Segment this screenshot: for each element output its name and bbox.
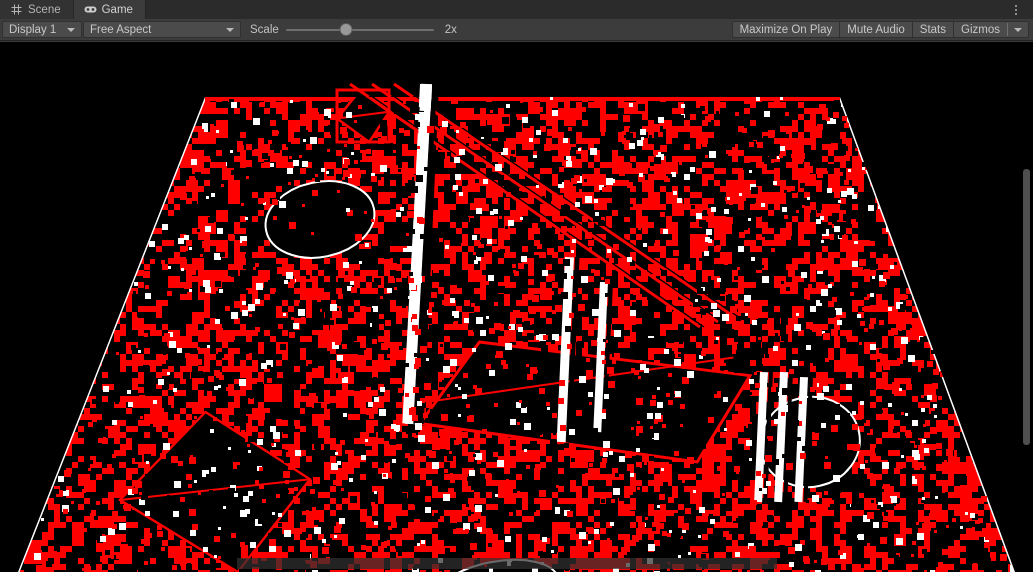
scale-slider-track bbox=[285, 28, 434, 31]
gamepad-icon bbox=[84, 4, 97, 15]
scale-value: 2x bbox=[444, 23, 457, 36]
aspect-ratio-dropdown[interactable]: Free Aspect bbox=[83, 21, 241, 38]
display-dropdown-label: Display 1 bbox=[9, 23, 57, 36]
chevron-down-icon bbox=[1014, 27, 1022, 32]
toolbar-right-group: Maximize On Play Mute Audio Stats Gizmos bbox=[731, 21, 1029, 38]
maximize-on-play-label: Maximize On Play bbox=[739, 23, 833, 36]
chevron-down-icon bbox=[226, 27, 234, 32]
mute-audio-label: Mute Audio bbox=[847, 23, 905, 36]
vertical-scrollbar[interactable] bbox=[1020, 42, 1033, 572]
tab-game[interactable]: Game bbox=[73, 0, 146, 19]
tab-strip: Scene Game bbox=[0, 0, 1033, 19]
scale-slider-thumb[interactable] bbox=[339, 23, 353, 36]
kebab-menu-icon[interactable] bbox=[1005, 0, 1027, 19]
vertical-scrollbar-thumb[interactable] bbox=[1023, 169, 1030, 445]
aspect-ratio-label: Free Aspect bbox=[90, 23, 152, 36]
tab-game-label: Game bbox=[101, 3, 133, 16]
tab-strip-filler bbox=[145, 0, 1033, 19]
game-render-canvas[interactable] bbox=[0, 42, 1033, 572]
display-dropdown[interactable]: Display 1 bbox=[2, 21, 82, 38]
scale-control: Scale 2x bbox=[250, 23, 457, 37]
maximize-on-play-toggle[interactable]: Maximize On Play bbox=[731, 21, 841, 38]
gizmos-control: Gizmos bbox=[954, 21, 1029, 38]
stats-toggle[interactable]: Stats bbox=[912, 21, 955, 38]
game-view-render[interactable] bbox=[0, 42, 1033, 572]
game-view-toolbar: Display 1 Free Aspect Scale 2x Maximize … bbox=[0, 19, 1033, 41]
chevron-down-icon bbox=[67, 27, 75, 32]
gizmos-dropdown-button[interactable] bbox=[1008, 27, 1028, 32]
tab-scene[interactable]: Scene bbox=[0, 0, 74, 19]
unity-game-window: Scene Game Display 1 Free Aspect Scale 2… bbox=[0, 0, 1033, 572]
stats-label: Stats bbox=[919, 23, 947, 36]
gizmos-button[interactable]: Gizmos bbox=[954, 24, 1007, 36]
scale-slider[interactable] bbox=[285, 23, 434, 37]
grid-icon bbox=[10, 4, 23, 15]
scale-label: Scale bbox=[250, 23, 279, 36]
tab-scene-label: Scene bbox=[28, 3, 61, 16]
mute-audio-toggle[interactable]: Mute Audio bbox=[840, 21, 913, 38]
